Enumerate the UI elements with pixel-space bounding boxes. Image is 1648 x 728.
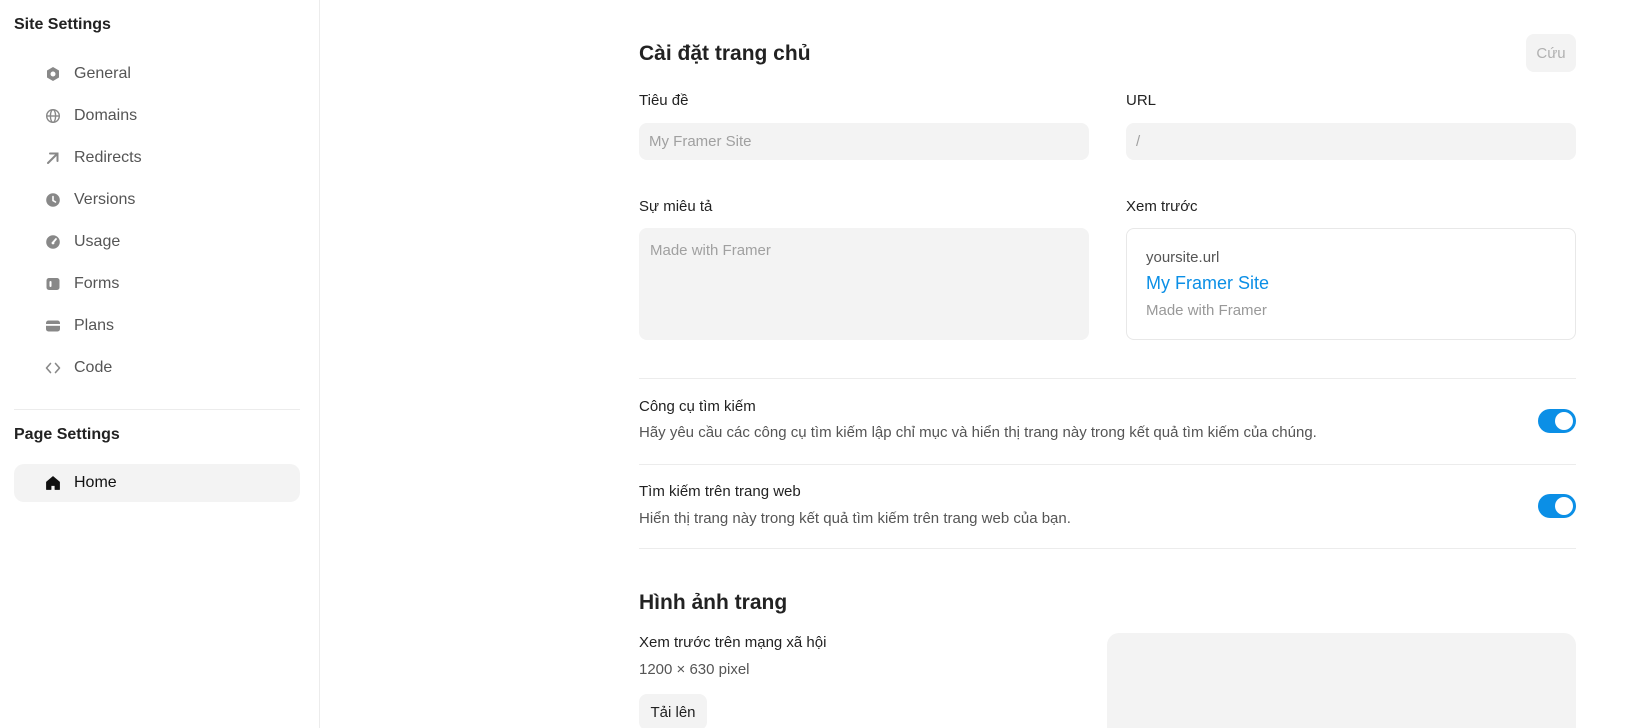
save-button[interactable]: Cứu xyxy=(1526,34,1576,72)
title-input[interactable] xyxy=(639,123,1089,160)
main-content: Cài đặt trang chủ Cứu Tiêu đề URL Sự miê… xyxy=(320,0,1648,728)
sidebar-item-label: Redirects xyxy=(74,149,142,166)
site-settings-heading: Site Settings xyxy=(14,16,111,33)
url-input[interactable] xyxy=(1126,123,1576,160)
image-size-hint: 1200 × 630 pixel xyxy=(639,661,750,678)
sidebar-item-usage[interactable]: Usage xyxy=(14,223,300,261)
gauge-icon xyxy=(45,234,61,250)
sidebar-item-plans[interactable]: Plans xyxy=(14,307,300,345)
social-preview-label: Xem trước trên mạng xã hội xyxy=(639,634,827,651)
sidebar-item-general[interactable]: General xyxy=(14,55,300,93)
site-search-title: Tìm kiếm trên trang web xyxy=(639,483,801,500)
toggle-knob xyxy=(1555,497,1573,515)
preview-title: My Framer Site xyxy=(1146,273,1270,293)
sidebar-item-label: General xyxy=(74,65,131,82)
sidebar-item-label: Usage xyxy=(74,233,121,250)
title-field-label: Tiêu đề xyxy=(639,92,689,109)
divider xyxy=(639,464,1576,465)
divider xyxy=(639,378,1576,379)
sidebar-item-domains[interactable]: Domains xyxy=(14,97,300,135)
search-engines-description: Hãy yêu cầu các công cụ tìm kiếm lập chỉ… xyxy=(639,424,1317,441)
code-icon xyxy=(45,360,61,376)
form-icon xyxy=(45,276,61,292)
search-engines-title: Công cụ tìm kiếm xyxy=(639,398,756,415)
page-title: Cài đặt trang chủ xyxy=(639,42,811,65)
preview-description: Made with Framer xyxy=(1146,302,1267,319)
site-search-toggle[interactable] xyxy=(1538,494,1576,518)
page-settings-heading: Page Settings xyxy=(14,426,120,443)
page-images-heading: Hình ảnh trang xyxy=(639,591,788,614)
arrow-up-right-icon xyxy=(45,150,61,166)
globe-icon xyxy=(45,108,61,124)
sidebar-item-label: Plans xyxy=(74,317,115,334)
sidebar-item-redirects[interactable]: Redirects xyxy=(14,139,300,177)
sidebar-item-code[interactable]: Code xyxy=(14,349,300,387)
home-icon xyxy=(45,475,61,491)
hexagon-icon xyxy=(45,66,61,82)
social-image-preview[interactable] xyxy=(1107,633,1576,728)
sidebar-item-label: Versions xyxy=(74,191,136,208)
upload-button[interactable]: Tải lên xyxy=(639,694,707,728)
site-search-description: Hiển thị trang này trong kết quả tìm kiế… xyxy=(639,510,1071,527)
sidebar-item-label: Home xyxy=(74,474,117,491)
toggle-knob xyxy=(1555,412,1573,430)
sidebar-item-versions[interactable]: Versions xyxy=(14,181,300,219)
card-icon xyxy=(45,318,61,334)
sidebar: Site Settings General Domains Redirects … xyxy=(0,0,320,728)
preview-url: yoursite.url xyxy=(1146,249,1220,266)
sidebar-item-label: Code xyxy=(74,359,113,376)
sidebar-item-forms[interactable]: Forms xyxy=(14,265,300,303)
description-textarea[interactable] xyxy=(639,228,1089,340)
clock-icon xyxy=(45,192,61,208)
sidebar-divider xyxy=(14,409,300,410)
sidebar-item-label: Domains xyxy=(74,107,138,124)
search-engines-toggle[interactable] xyxy=(1538,409,1576,433)
description-field-label: Sự miêu tả xyxy=(639,198,713,215)
url-field-label: URL xyxy=(1126,92,1157,109)
divider xyxy=(639,548,1576,549)
preview-label: Xem trước xyxy=(1126,198,1198,215)
sidebar-item-home[interactable]: Home xyxy=(14,464,300,502)
search-preview-card: yoursite.url My Framer Site Made with Fr… xyxy=(1126,228,1576,340)
sidebar-item-label: Forms xyxy=(74,275,120,292)
